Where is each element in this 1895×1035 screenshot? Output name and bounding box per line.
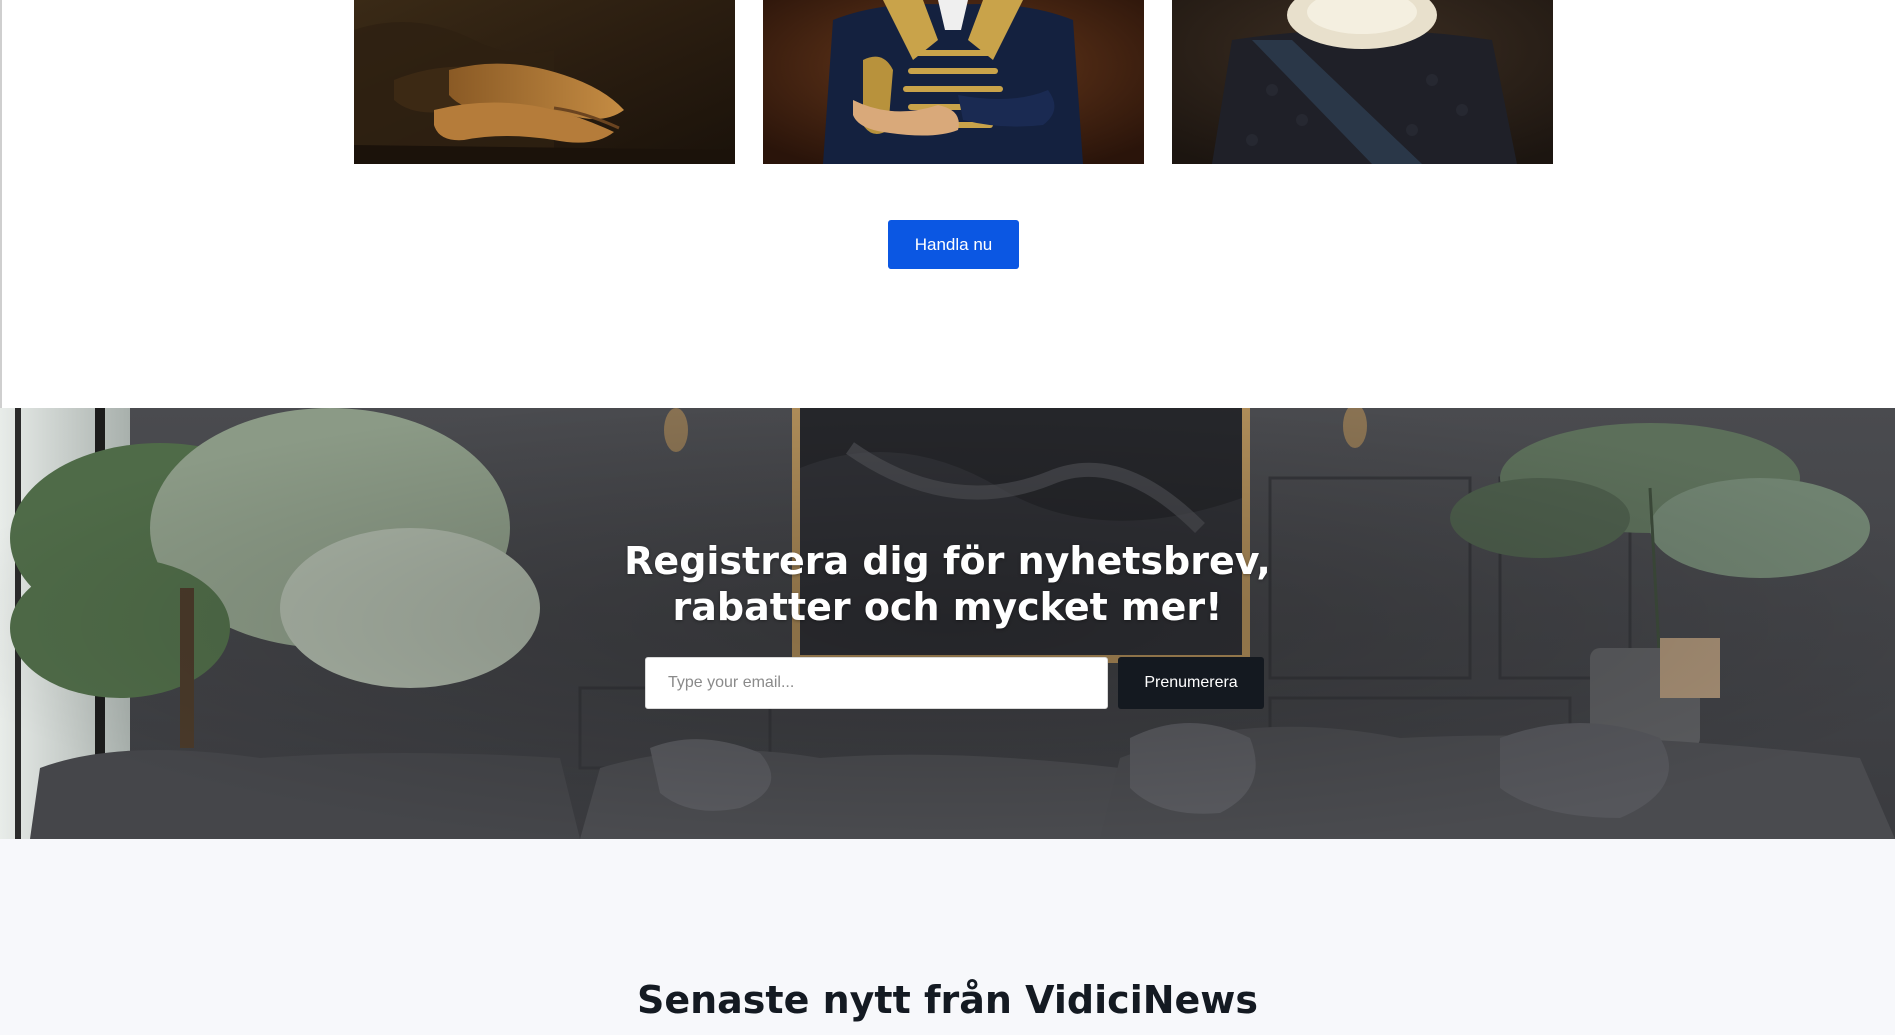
product-image-2[interactable] [763, 0, 1144, 164]
product-image-1[interactable] [354, 0, 735, 164]
newsletter-heading-line2: rabatter och mycket mer! [672, 585, 1223, 629]
newsletter-heading-line1: Registrera dig för nyhetsbrev, [624, 539, 1271, 583]
newsletter-heading: Registrera dig för nyhetsbrev, rabatter … [0, 538, 1895, 630]
newsletter-section: Registrera dig för nyhetsbrev, rabatter … [0, 408, 1895, 839]
subscribe-button[interactable]: Prenumerera [1118, 657, 1264, 709]
email-input[interactable] [645, 657, 1108, 709]
painting-military-portrait-icon [763, 0, 1144, 164]
shop-now-button[interactable]: Handla nu [888, 220, 1019, 269]
newsletter-form: Prenumerera [645, 657, 1265, 709]
painting-mona-lisa-icon [354, 0, 735, 164]
news-heading: Senaste nytt från VidiciNews [636, 978, 1259, 1022]
product-gallery [354, 0, 1554, 164]
painting-ruff-collar-portrait-icon [1172, 0, 1553, 164]
news-section: Senaste nytt från VidiciNews [0, 839, 1895, 1035]
product-image-3[interactable] [1172, 0, 1553, 164]
